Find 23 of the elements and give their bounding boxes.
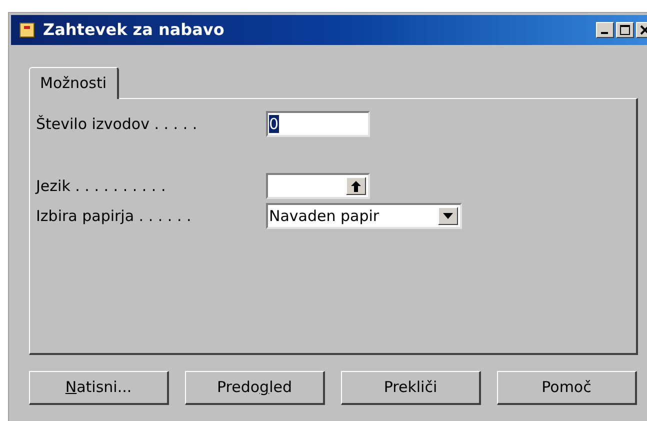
- tab[interactable]: Možnosti: [29, 67, 119, 99]
- dialog-button[interactable]: Prekliči: [341, 371, 481, 405]
- dropdown-value: Navaden papir: [269, 206, 380, 227]
- app-icon: [19, 22, 35, 38]
- minimize-button[interactable]: [596, 22, 614, 38]
- dialog-button[interactable]: Pomoč: [497, 371, 637, 405]
- number-field[interactable]: 0: [266, 111, 370, 137]
- lookup-field[interactable]: [266, 173, 370, 199]
- maximize-button[interactable]: [616, 22, 634, 38]
- field-value: 0: [269, 115, 279, 133]
- field-label: Izbira papirja . . . . . .: [36, 206, 192, 227]
- caret-icon: [443, 213, 453, 219]
- dialog-button[interactable]: Predogled: [185, 371, 325, 405]
- window-title: Zahtevek za nabavo: [43, 19, 224, 41]
- close-icon: [640, 25, 647, 35]
- maximize-icon: [620, 25, 630, 35]
- field-label: Število izvodov . . . . .: [36, 114, 198, 135]
- dropdown-button[interactable]: [438, 207, 458, 225]
- paper-dropdown[interactable]: Navaden papir: [266, 203, 462, 229]
- field-label: Jezik . . . . . . . . . .: [36, 176, 167, 197]
- dialog-button[interactable]: Natisni...: [29, 371, 169, 405]
- arrow-up-icon: [351, 180, 361, 192]
- lookup-button[interactable]: [346, 177, 366, 195]
